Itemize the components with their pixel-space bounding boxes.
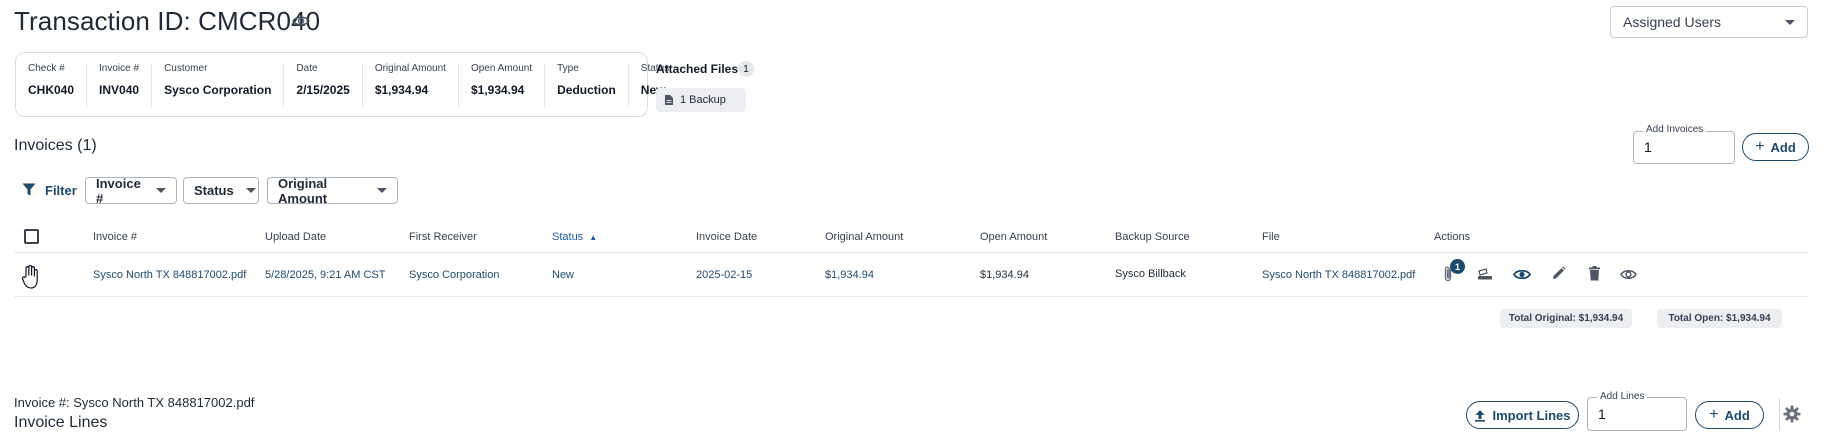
add-lines-button[interactable]: + Add — [1695, 401, 1764, 429]
cell-file[interactable]: Sysco North TX 848817002.pdf — [1262, 269, 1415, 281]
eye-icon[interactable] — [292, 14, 310, 28]
add-lines-button-label: Add — [1724, 407, 1750, 423]
gear-icon[interactable] — [1783, 405, 1801, 423]
add-invoices-button-label: Add — [1770, 139, 1796, 155]
attached-files-title: Attached Files — [656, 62, 739, 76]
summary-value: 2/15/2025 — [296, 83, 350, 97]
summary-value: $1,934.94 — [374, 83, 429, 97]
filter-status-label: Status — [194, 183, 234, 198]
cell-status: New — [552, 269, 575, 281]
select-all-checkbox[interactable] — [24, 229, 39, 244]
toolbar-divider — [1779, 398, 1780, 430]
filter-label[interactable]: Filter — [45, 183, 77, 198]
filter-status[interactable]: Status — [183, 177, 259, 204]
caret-down-icon — [156, 188, 166, 193]
add-invoices-legend: Add Invoices — [1643, 124, 1707, 135]
view-icon[interactable] — [1620, 268, 1637, 281]
delete-icon[interactable] — [1588, 266, 1601, 281]
cell-upload-date: 5/28/2025, 9:21 AM CST — [265, 269, 386, 281]
cell-invoice-date: 2025-02-15 — [696, 269, 753, 281]
column-backup-source[interactable]: Backup Source — [1115, 231, 1190, 243]
summary-date: Date 2/15/2025 — [284, 63, 363, 108]
caret-down-icon — [245, 188, 256, 193]
add-lines-value: 1 — [1598, 406, 1606, 422]
summary-original-amount: Original Amount $1,934.94 — [363, 63, 459, 108]
transaction-summary-card: Check # CHK040 Invoice # INV040 Customer… — [15, 52, 669, 117]
ink-eraser-icon[interactable] — [1477, 268, 1493, 281]
column-original-amount[interactable]: Original Amount — [825, 231, 903, 243]
import-lines-label: Import Lines — [1492, 407, 1571, 423]
filter-original-amount[interactable]: Original Amount — [267, 175, 398, 206]
import-lines-button[interactable]: Import Lines — [1466, 401, 1579, 429]
attached-files-count: 1 — [738, 61, 754, 77]
summary-label: Invoice # — [99, 63, 140, 74]
view-backup-icon[interactable] — [1513, 268, 1531, 281]
attachment-count-badge: 1 — [1450, 259, 1465, 274]
cell-backup-source: Sysco Billback — [1115, 268, 1186, 280]
summary-value: Deduction — [557, 83, 616, 97]
column-status[interactable]: Status ▲ — [552, 231, 597, 243]
summary-value: INV040 — [99, 83, 140, 97]
column-file[interactable]: File — [1262, 231, 1280, 243]
sort-asc-icon: ▲ — [589, 233, 598, 242]
summary-check: Check # CHK040 — [16, 63, 88, 108]
add-lines-legend: Add Lines — [1597, 391, 1648, 402]
cell-first-receiver: Sysco Corporation — [409, 269, 500, 281]
summary-label: Check # — [28, 63, 65, 74]
backup-chip[interactable]: 1 Backup — [656, 88, 746, 112]
total-open-chip: Total Open: $1,934.94 — [1657, 309, 1782, 328]
backup-label: 1 Backup — [680, 94, 726, 106]
column-actions: Actions — [1434, 231, 1471, 243]
filter-invoice-no-label: Invoice # — [96, 175, 141, 206]
summary-invoice: Invoice # INV040 — [87, 63, 153, 108]
column-invoice-date[interactable]: Invoice Date — [696, 231, 757, 243]
column-first-receiver[interactable]: First Receiver — [409, 231, 477, 243]
table-divider — [14, 252, 1809, 253]
summary-label: Customer — [164, 63, 208, 74]
caret-down-icon — [1785, 19, 1795, 25]
column-open-amount[interactable]: Open Amount — [980, 231, 1047, 243]
summary-value: Sysco Corporation — [164, 83, 272, 97]
cell-open-amount: $1,934.94 — [980, 269, 1029, 281]
filter-original-amount-label: Original Amount — [278, 175, 328, 206]
summary-customer: Customer Sysco Corporation — [152, 63, 285, 108]
filter-icon[interactable] — [22, 183, 36, 196]
plus-icon: + — [1709, 406, 1719, 423]
column-invoice-no[interactable]: Invoice # — [93, 231, 137, 243]
invoices-title: Invoices (1) — [14, 137, 97, 154]
cell-invoice-no[interactable]: Sysco North TX 848817002.pdf — [93, 269, 246, 281]
column-upload-date[interactable]: Upload Date — [265, 231, 326, 243]
drag-handle-icon[interactable] — [21, 264, 41, 290]
assigned-users-select[interactable]: Assigned Users — [1610, 6, 1808, 38]
total-original-chip: Total Original: $1,934.94 — [1500, 309, 1632, 328]
caret-down-icon — [377, 188, 387, 193]
plus-icon: + — [1755, 138, 1765, 155]
table-divider — [14, 296, 1809, 297]
summary-label: Original Amount — [374, 63, 446, 74]
summary-label: Type — [557, 63, 579, 74]
document-icon — [665, 95, 673, 105]
page-title: Transaction ID: CMCR040 — [14, 6, 321, 36]
add-invoices-button[interactable]: + Add — [1742, 133, 1809, 161]
summary-type: Type Deduction — [545, 63, 629, 108]
column-status-label: Status — [552, 231, 584, 243]
summary-value: CHK040 — [28, 83, 75, 97]
add-invoices-value: 1 — [1644, 139, 1652, 155]
upload-icon — [1475, 409, 1486, 422]
invoice-lines-title: Invoice Lines — [14, 414, 108, 431]
summary-open-amount: Open Amount $1,934.94 — [459, 63, 546, 108]
invoice-lines-subtitle: Invoice #: Sysco North TX 848817002.pdf — [14, 395, 255, 410]
cell-original-amount: $1,934.94 — [825, 269, 874, 281]
summary-value: $1,934.94 — [470, 83, 525, 97]
summary-label: Open Amount — [470, 63, 533, 74]
summary-label: Date — [296, 63, 318, 74]
filter-invoice-no[interactable]: Invoice # — [85, 175, 177, 206]
edit-icon[interactable] — [1551, 266, 1566, 281]
assigned-users-label: Assigned Users — [1623, 14, 1722, 30]
